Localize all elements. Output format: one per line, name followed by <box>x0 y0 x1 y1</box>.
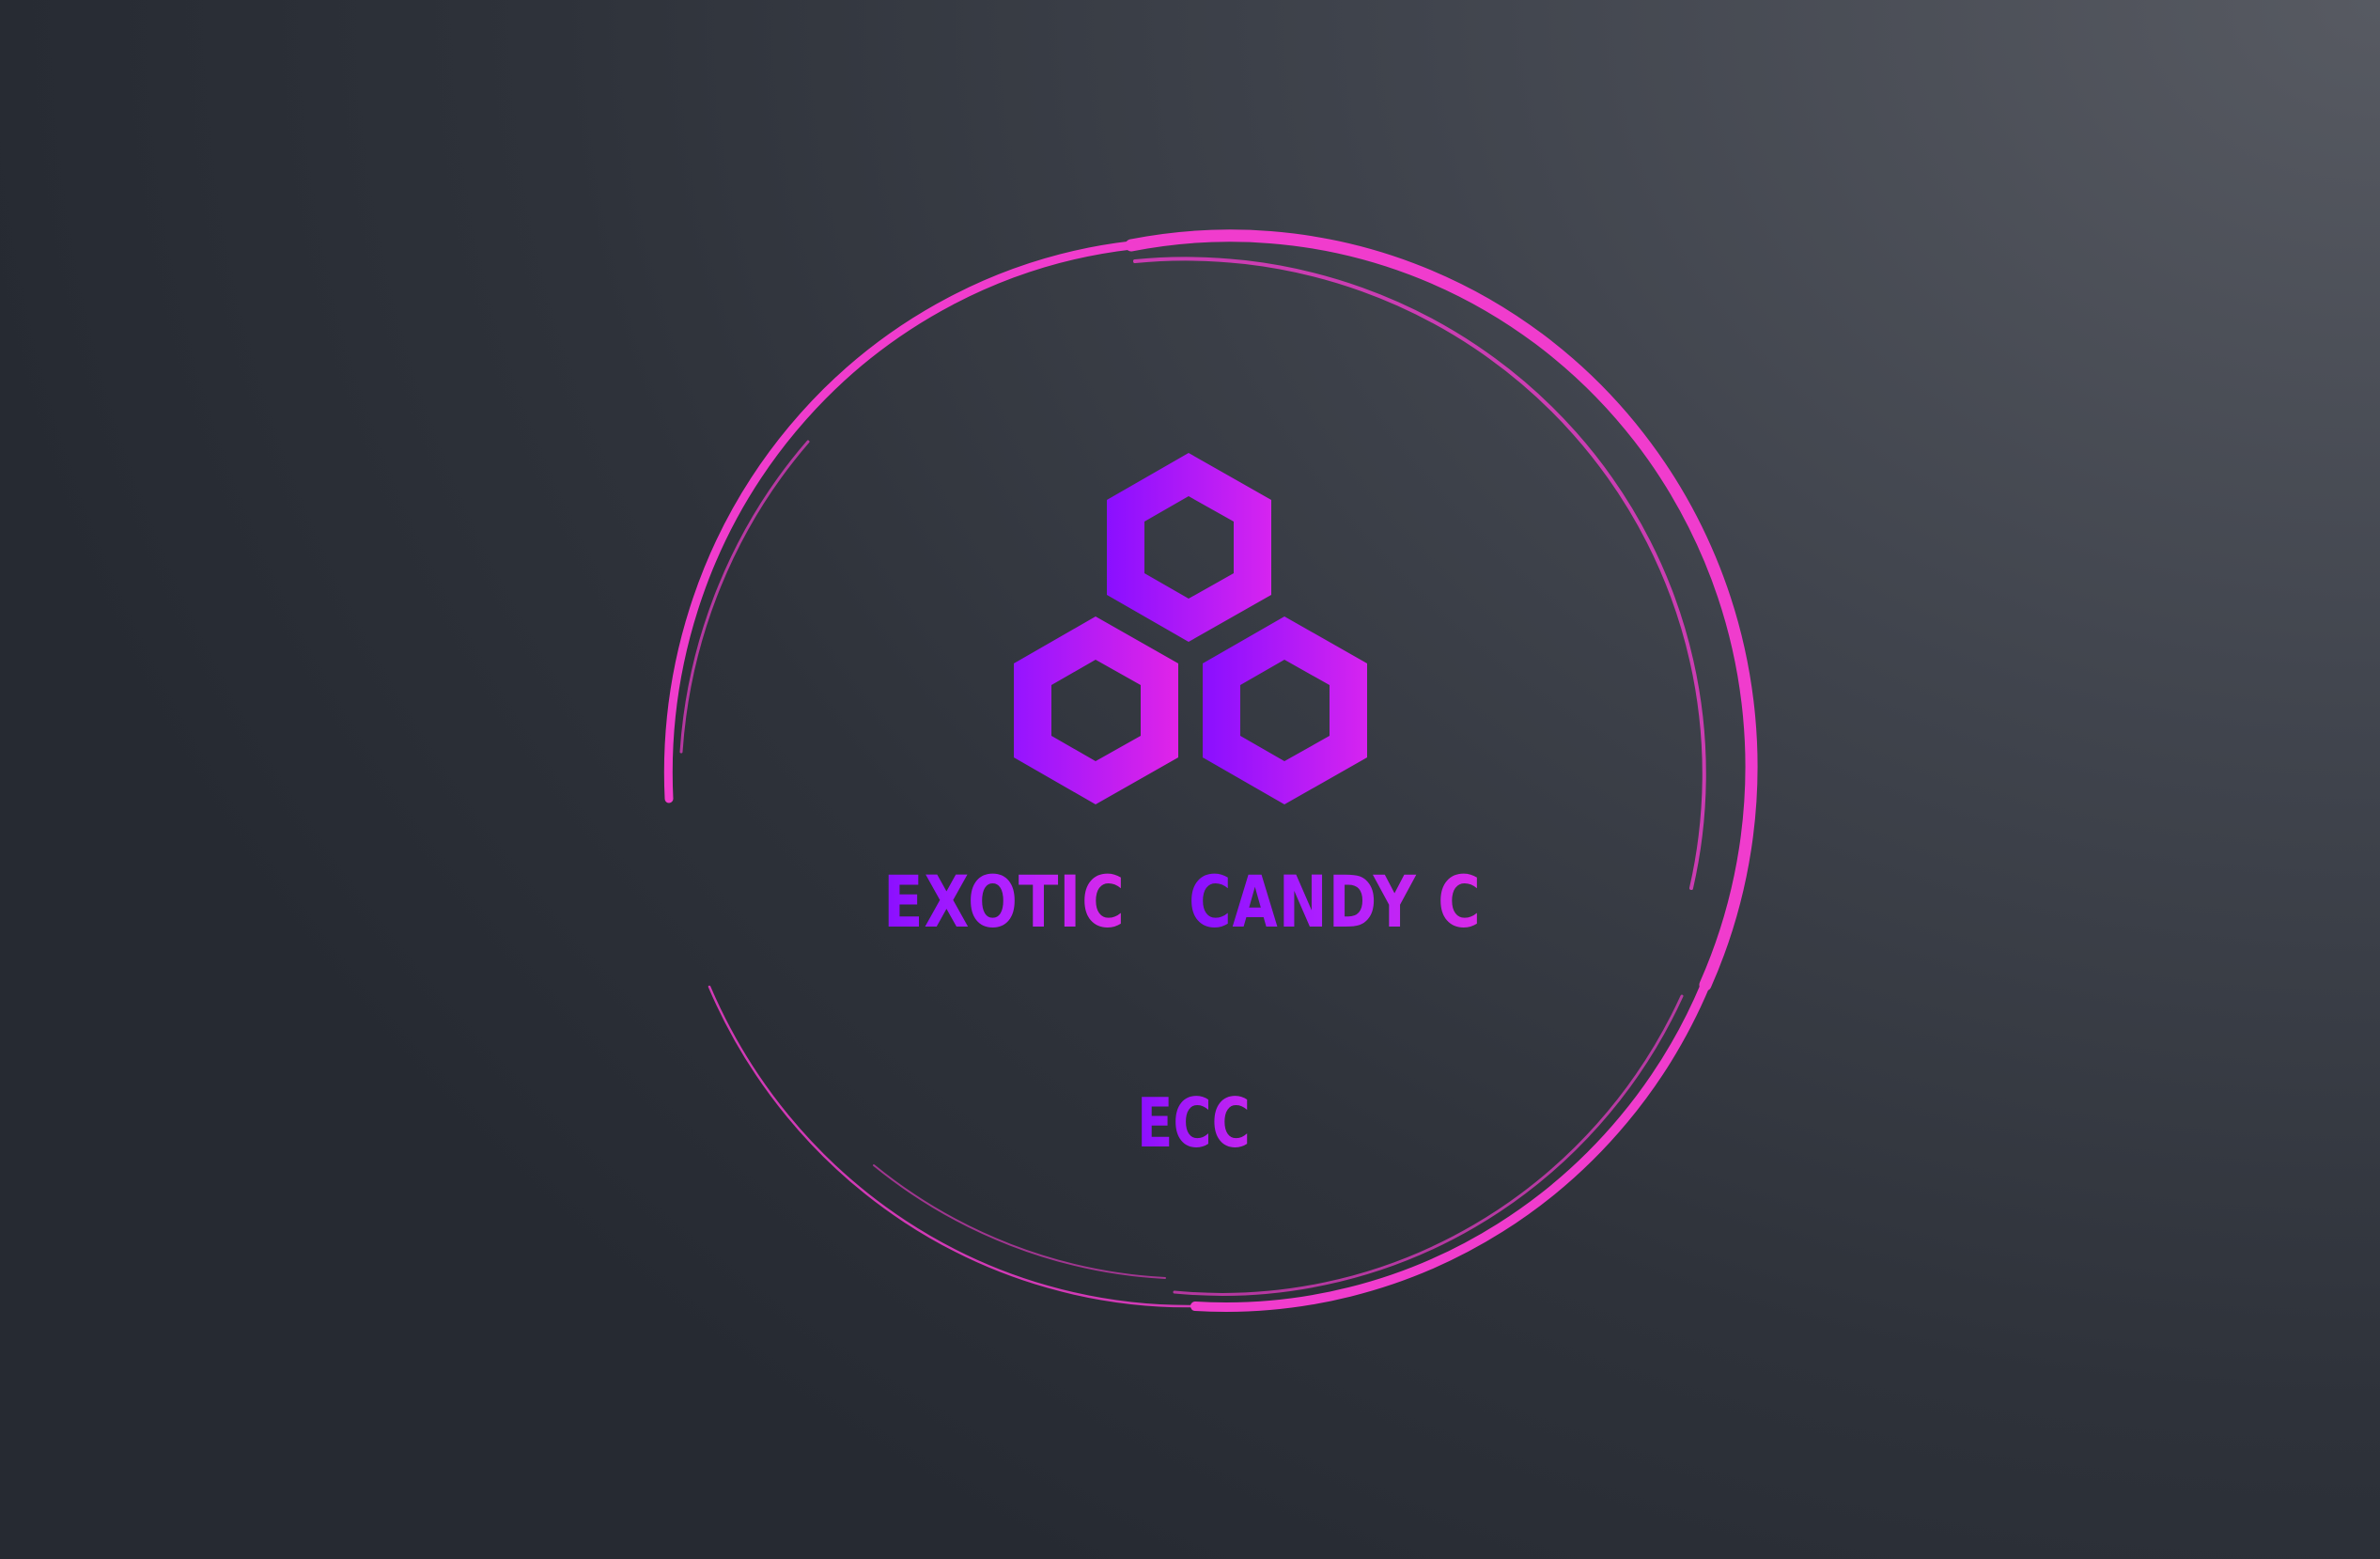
hexagon-top <box>1107 453 1271 642</box>
brand-name-word-two: CANDY C <box>1189 850 1482 954</box>
hexagon-left <box>1014 616 1178 804</box>
logo-graphic <box>663 229 1758 1312</box>
brand-name-word-one: EXOTIC <box>883 850 1126 954</box>
brand-name: EXOTIC CANDY C <box>0 850 2380 954</box>
brand-initials: ECC <box>1137 1076 1251 1170</box>
three-hexagons-icon <box>1014 453 1367 804</box>
logo-canvas: EXOTIC CANDY C ECC <box>0 0 2380 1559</box>
hexagon-right <box>1203 616 1367 804</box>
